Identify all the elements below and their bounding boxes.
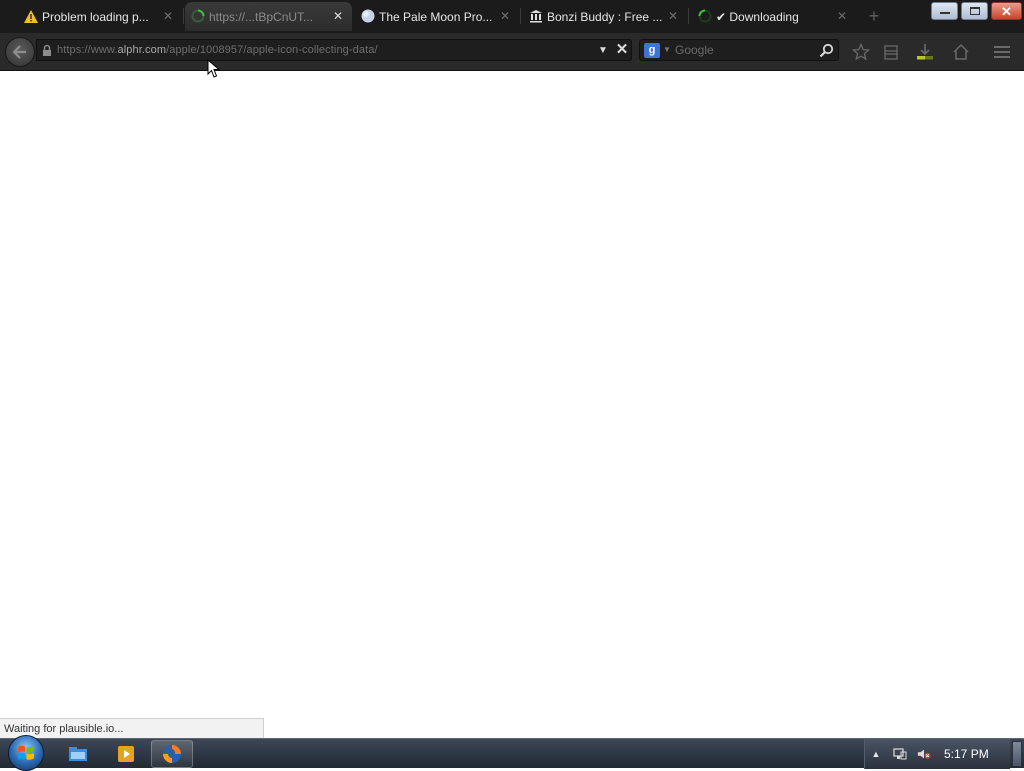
taskbar-media-player[interactable] [105, 740, 147, 768]
window-close-button[interactable]: ✕ [991, 2, 1022, 20]
search-icon[interactable] [819, 43, 834, 58]
dropdown-arrow-icon[interactable]: ▼ [597, 45, 609, 57]
loading-spinner-icon [191, 9, 205, 23]
close-icon[interactable]: ✕ [667, 10, 679, 22]
tab-separator [183, 8, 184, 24]
bookmark-star-icon[interactable] [850, 41, 872, 63]
windows-logo-icon [18, 745, 34, 760]
loading-spinner-icon [698, 9, 712, 23]
menu-icon[interactable] [991, 41, 1013, 63]
tab-bonzi-buddy[interactable]: Bonzi Buddy : Free ... ✕ [523, 2, 687, 31]
download-icon[interactable] [914, 41, 936, 63]
restore-icon [970, 7, 980, 15]
close-icon[interactable]: ✕ [332, 10, 344, 22]
tab-strip: Problem loading p... ✕ https://...tBpCnU… [0, 0, 1024, 33]
url-bar[interactable]: https://www.alphr.com/apple/1008957/appl… [36, 39, 632, 61]
url-path: /apple/1008957/apple-icon-collecting-dat… [166, 44, 378, 56]
show-desktop-button[interactable] [1012, 741, 1022, 767]
volume-muted-icon[interactable] [917, 747, 931, 761]
page-content[interactable] [0, 71, 1024, 738]
tab-title: ✔ Downloading [716, 9, 799, 24]
folder-icon [69, 747, 87, 761]
tab-pale-moon[interactable]: The Pale Moon Pro... ✕ [355, 2, 519, 31]
search-input[interactable] [675, 42, 815, 58]
taskbar-browser[interactable] [151, 740, 193, 768]
stop-icon[interactable]: ✕ [615, 42, 629, 57]
moon-globe-icon [361, 9, 375, 23]
taskbar-explorer[interactable] [57, 740, 99, 768]
show-hidden-icons-icon[interactable]: ▲ [869, 747, 883, 761]
url-prefix: https://www. [57, 44, 118, 56]
tab-active-loading[interactable]: https://...tBpCnUT... ✕ [185, 2, 352, 31]
start-button[interactable] [8, 735, 44, 771]
mouse-cursor-icon [207, 59, 221, 78]
minimize-button[interactable] [931, 2, 958, 20]
url-text[interactable]: https://www.alphr.com/apple/1008957/appl… [57, 44, 378, 56]
bookmarks-menu-icon[interactable] [880, 41, 902, 63]
close-icon[interactable]: ✕ [499, 10, 511, 22]
media-player-icon [118, 746, 134, 762]
archive-building-icon [529, 9, 543, 23]
lock-icon [43, 44, 51, 56]
home-icon[interactable] [950, 41, 972, 63]
close-icon[interactable]: ✕ [836, 10, 848, 22]
google-engine-icon[interactable]: g [644, 43, 660, 58]
warning-icon [24, 9, 38, 23]
tab-title: Problem loading p... [42, 9, 149, 24]
back-button[interactable] [5, 37, 35, 67]
restore-button[interactable] [961, 2, 988, 20]
tab-separator [520, 8, 521, 24]
close-icon[interactable]: ✕ [162, 10, 174, 22]
tab-title: https://...tBpCnUT... [209, 9, 314, 24]
minimize-icon [940, 12, 950, 14]
tab-title: The Pale Moon Pro... [379, 9, 493, 24]
close-icon: ✕ [1001, 4, 1012, 19]
tab-downloading[interactable]: ✔ Downloading ✕ [692, 2, 856, 31]
url-host: alphr.com [117, 44, 167, 56]
clock[interactable]: 5:17 PM [944, 747, 989, 761]
network-icon[interactable] [893, 747, 907, 761]
tab-separator [688, 8, 689, 24]
status-text: Waiting for plausible.io... [4, 723, 124, 735]
engine-dropdown-icon[interactable]: ▼ [663, 45, 671, 54]
tab-title: Bonzi Buddy : Free ... [547, 9, 663, 24]
new-tab-button[interactable]: + [866, 7, 882, 25]
status-bar: Waiting for plausible.io... [0, 718, 264, 738]
back-arrow-icon [13, 45, 26, 59]
navigation-toolbar: https://www.alphr.com/apple/1008957/appl… [0, 33, 1024, 71]
search-bar[interactable]: g ▼ [639, 39, 839, 61]
browser-icon [163, 745, 181, 763]
tab-problem-loading[interactable]: Problem loading p... ✕ [18, 2, 182, 31]
taskbar: ▲ 5:17 PM [0, 735, 1024, 771]
